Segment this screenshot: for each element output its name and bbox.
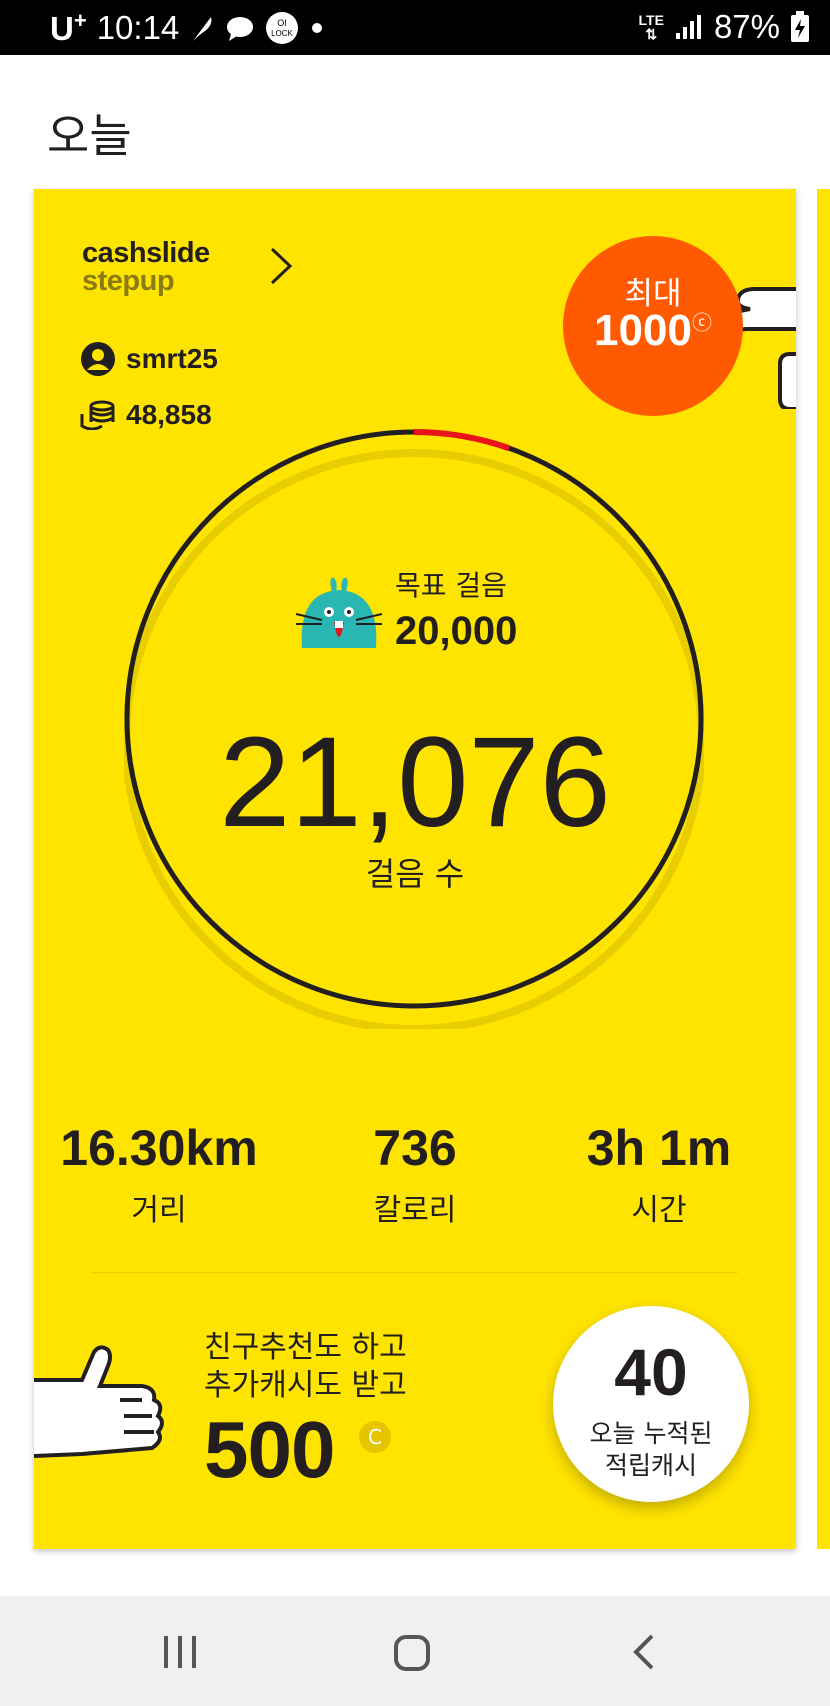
home-icon[interactable]	[393, 1634, 431, 1672]
battery-percent: 87%	[713, 8, 780, 45]
promo-text[interactable]: 친구추천도 하고 추가캐시도 받고	[204, 1329, 407, 1405]
cash-coin-icon: C	[359, 1421, 391, 1453]
step-count: 21,076	[219, 711, 611, 854]
carrier-label: U+	[50, 8, 87, 47]
chat-icon	[227, 17, 254, 41]
feather-icon	[193, 17, 212, 41]
user-avatar-icon	[81, 342, 115, 376]
clock: 10:14	[96, 9, 180, 46]
max-reward-badge[interactable]: 최대 1000ⓒ	[563, 236, 743, 416]
thumbs-up-icon[interactable]	[34, 1344, 174, 1474]
promo-amount: 500	[204, 1405, 335, 1494]
svg-text:LOCK: LOCK	[271, 29, 293, 38]
page-title: 오늘	[47, 109, 132, 163]
coin-stack-icon	[80, 400, 115, 430]
chevron-right-icon[interactable]	[266, 245, 296, 287]
status-left: U+ 10:14 OI LOCK	[50, 8, 325, 48]
stat-calories: 736 칼로리	[373, 1120, 457, 1228]
goal-label: 목표 걸음	[395, 569, 507, 602]
step-count-label: 걸음 수	[365, 855, 465, 893]
back-icon[interactable]	[632, 1634, 658, 1670]
user-row: smrt25	[80, 341, 218, 377]
goal-value: 20,000	[395, 609, 518, 653]
divider	[92, 1272, 738, 1273]
next-card-peek[interactable]	[817, 189, 830, 1549]
notification-dot-icon	[312, 23, 323, 33]
stat-time: 3h 1m 시간	[586, 1120, 732, 1228]
stat-distance: 16.30km 거리	[60, 1120, 258, 1228]
lte-indicator: LTE ⇅	[638, 12, 664, 42]
lock-app-icon: OILOCK	[266, 12, 299, 44]
username: smrt25	[126, 343, 218, 374]
status-bar: U+ 10:14 OI LOCK LTE ⇅ 87%	[0, 0, 830, 55]
brand-logo[interactable]: cashslide stepup	[82, 239, 210, 296]
progress-arc	[413, 429, 511, 452]
mascot-icon	[295, 577, 383, 648]
battery-charging-icon	[791, 11, 809, 42]
today-cash-badge[interactable]: 40 오늘 누적된 적립캐시	[553, 1306, 749, 1502]
recent-apps-icon[interactable]	[162, 1634, 198, 1670]
signal-icon	[675, 15, 701, 39]
coin-balance: 48,858	[126, 399, 212, 430]
coin-row: 48,858	[80, 399, 212, 431]
stepup-card[interactable]: cashslide stepup smrt25 48,858 최대 1000ⓒ …	[34, 189, 796, 1549]
svg-text:OI: OI	[278, 18, 288, 28]
status-right: LTE ⇅ 87%	[639, 8, 810, 46]
navigation-bar	[0, 1596, 830, 1706]
